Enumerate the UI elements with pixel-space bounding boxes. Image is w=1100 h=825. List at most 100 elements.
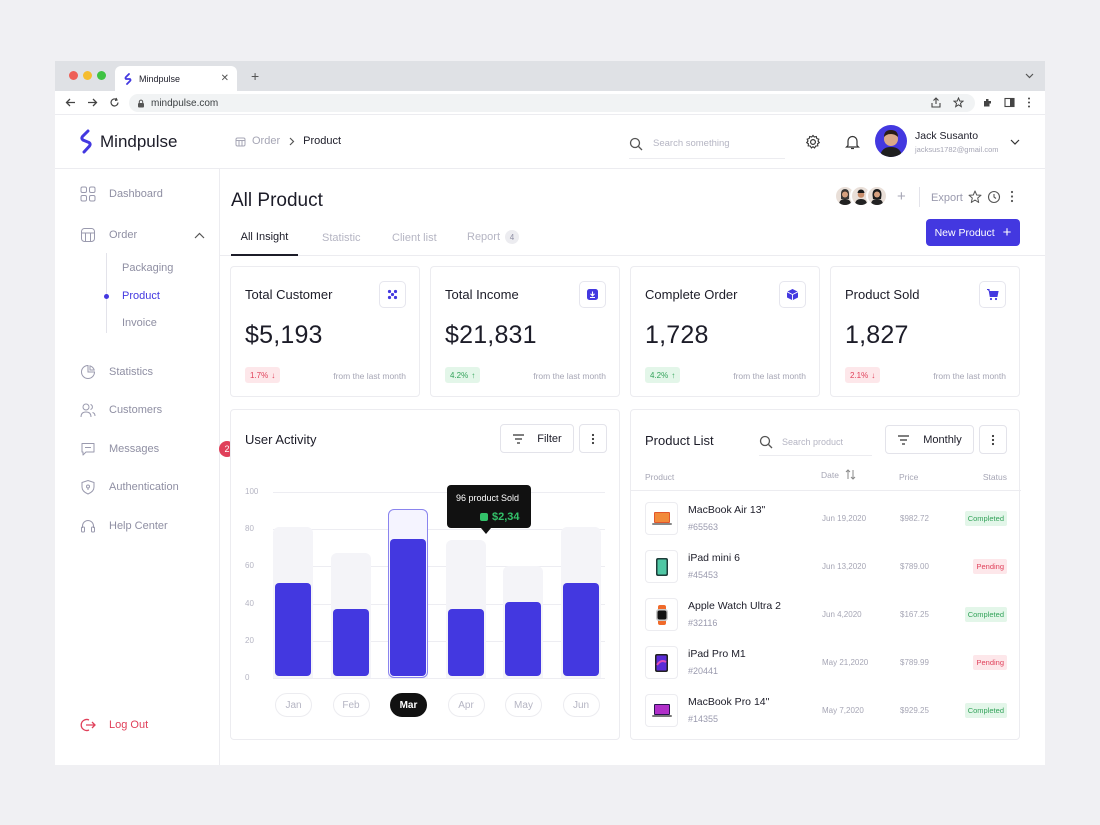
bookmark-star-icon[interactable] [953, 97, 964, 108]
tab-menu-chevron-icon[interactable] [1025, 73, 1034, 79]
history-clock-icon[interactable] [987, 190, 1001, 204]
extensions-icon[interactable] [982, 97, 993, 108]
tab-client-list[interactable]: Client list [392, 232, 437, 244]
add-member-icon[interactable]: + [897, 188, 906, 205]
team-avatars[interactable] [834, 185, 894, 211]
browser-tab[interactable]: Mindpulse ✕ [115, 66, 237, 91]
product-more-button[interactable] [979, 425, 1007, 454]
address-bar[interactable]: mindpulse.com [129, 94, 975, 112]
app: Mindpulse Order Product Search something… [55, 115, 1045, 765]
sidebar-item-customers[interactable]: Customers [80, 402, 162, 418]
share-icon[interactable] [931, 97, 941, 108]
maximize-window-dot[interactable] [97, 71, 106, 80]
sidebar-label-statistics: Statistics [109, 366, 154, 378]
stat-icon-box[interactable] [579, 281, 606, 308]
breadcrumb-order[interactable]: Order [252, 135, 280, 147]
table-row[interactable]: Apple Watch Ultra 2 #32116 Jun 4,2020 $167.… [645, 594, 1007, 634]
tab-report[interactable]: Report 4 [467, 230, 520, 244]
stat-value: 1,827 [845, 321, 909, 349]
new-product-button[interactable]: New Product + [926, 219, 1020, 246]
logo[interactable]: Mindpulse [79, 129, 178, 154]
app-header: Mindpulse Order Product Search something… [55, 115, 1045, 169]
product-search[interactable]: Search product [759, 428, 872, 456]
ipad-mini-icon [655, 557, 668, 576]
user-avatar[interactable] [875, 125, 907, 157]
status-badge: Completed [964, 703, 1007, 718]
header-search[interactable]: Search something [629, 129, 785, 159]
breadcrumb: Order Product [235, 135, 341, 147]
x-tick-label[interactable]: Jun [562, 693, 600, 717]
chart-gridline [273, 492, 605, 493]
y-tick-label: 20 [245, 635, 254, 645]
sidebar-item-order[interactable]: Order [80, 227, 205, 243]
forward-icon[interactable] [87, 97, 98, 108]
x-tick-label[interactable]: May [505, 693, 542, 717]
sidebar-item-statistics[interactable]: Statistics [80, 364, 153, 380]
minimize-window-dot[interactable] [83, 71, 92, 80]
chevron-up-icon[interactable] [194, 232, 205, 239]
browser-menu-icon[interactable] [1027, 97, 1031, 108]
sidebar-item-authentication[interactable]: Authentication [80, 479, 179, 495]
user-menu-chevron-icon[interactable] [1010, 139, 1020, 145]
y-tick-label: 0 [245, 673, 250, 682]
sidebar-sub-product[interactable]: Product [122, 290, 160, 302]
product-thumbnail [645, 502, 678, 535]
sidebar-sub-packaging[interactable]: Packaging [122, 262, 173, 274]
side-panel-icon[interactable] [1004, 97, 1015, 108]
x-tick-label[interactable]: Apr [447, 693, 485, 717]
chart-bar[interactable] [275, 583, 311, 676]
stat-card-complete-order: Complete Order 1,728 4.2% ↑ from the last… [630, 266, 820, 397]
col-date-sort[interactable]: Date [821, 469, 856, 480]
stat-icon-box[interactable] [379, 281, 406, 308]
chart-bar[interactable] [505, 601, 541, 676]
star-icon[interactable] [968, 190, 982, 204]
x-tick-label[interactable]: Jan [275, 693, 312, 717]
chart-bar[interactable] [390, 538, 426, 676]
stat-note: from the last month [533, 371, 606, 381]
reload-icon[interactable] [109, 97, 120, 108]
tab-statistic[interactable]: Statistic [322, 232, 361, 244]
stat-note: from the last month [933, 371, 1006, 381]
more-options-icon[interactable] [1010, 190, 1014, 203]
chart-tooltip: 96 product Sold $2,34 [447, 485, 531, 534]
period-dropdown[interactable]: Monthly [885, 425, 974, 454]
stat-icon-box[interactable] [979, 281, 1006, 308]
tab-close-icon[interactable]: ✕ [221, 73, 229, 84]
notification-bell-icon[interactable] [845, 134, 860, 150]
stat-icon-box[interactable] [779, 281, 806, 308]
grid-icon [80, 186, 96, 202]
tooltip-title: 96 product Sold [456, 493, 520, 503]
tab-all-insight[interactable]: All Insight [231, 219, 298, 256]
logout-button[interactable]: Log Out [80, 717, 148, 733]
settings-gear-icon[interactable] [805, 134, 821, 150]
stat-card-product-sold: Product Sold 1,827 2.1% ↓ from the last m… [830, 266, 1020, 397]
product-name: iPad Pro M1 [688, 648, 746, 660]
chart-bar[interactable] [332, 609, 369, 676]
stat-title: Complete Order [645, 287, 738, 302]
sidebar-item-help-center[interactable]: Help Center [80, 518, 168, 534]
sidebar-item-messages[interactable]: Messages 2 [80, 441, 235, 457]
tab-report-label: Report [467, 231, 501, 243]
sidebar-sub-invoice[interactable]: Invoice [122, 317, 157, 329]
sidebar-label-dashboard: Dashboard [109, 188, 163, 200]
sidebar-item-dashboard[interactable]: Dashboard [80, 186, 163, 202]
mindpulse-tab-icon [124, 72, 132, 85]
new-tab-icon[interactable]: + [251, 68, 259, 84]
export-button[interactable]: Export [931, 192, 963, 204]
x-tick-label[interactable]: Feb [332, 693, 370, 717]
x-tick-label[interactable]: Mar [390, 693, 427, 717]
table-row[interactable]: MacBook Air 13" #65563 Jun 19,2020 $982.72 C… [645, 498, 1007, 538]
y-tick-label: 80 [245, 524, 254, 534]
chart-bar[interactable] [447, 609, 484, 676]
browser-tab-title: Mindpulse [139, 73, 181, 84]
table-row[interactable]: iPad mini 6 #45453 Jun 13,2020 $789.00 Pendi… [645, 546, 1007, 586]
close-window-dot[interactable] [69, 71, 78, 80]
stat-title: Total Customer [245, 287, 333, 302]
y-tick-label: 60 [245, 561, 254, 571]
product-thumbnail [645, 694, 678, 727]
product-price: $789.00 [900, 562, 929, 571]
chart-bar[interactable] [562, 583, 599, 676]
table-row[interactable]: MacBook Pro 14" #14355 May 7,2020 $929.25 Co… [645, 690, 1007, 730]
back-icon[interactable] [65, 97, 76, 108]
table-row[interactable]: iPad Pro M1 #20441 May 21,2020 $789.99 Pendi… [645, 642, 1007, 682]
